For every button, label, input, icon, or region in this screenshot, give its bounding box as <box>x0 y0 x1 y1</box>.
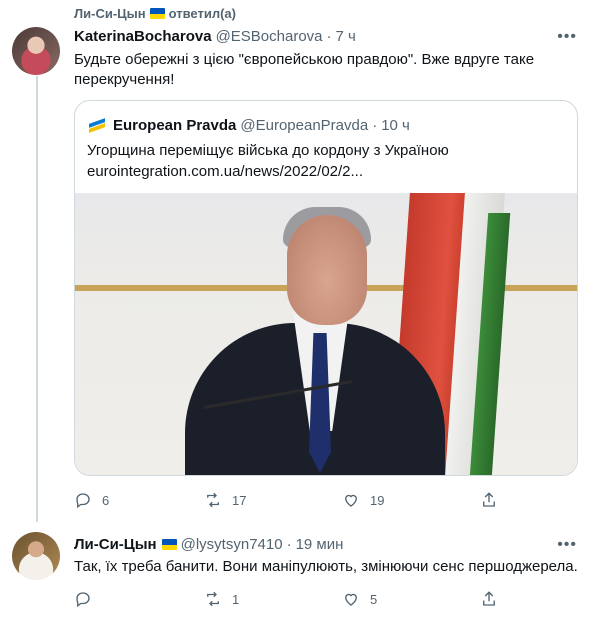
more-options-icon[interactable]: ••• <box>557 536 577 554</box>
avatar[interactable] <box>12 27 60 75</box>
author-name[interactable]: Ли-Си-Цын <box>74 536 157 553</box>
tweet-text: Будьте обережні з цією "європейською пра… <box>74 50 534 90</box>
tweet-header: KaterinaBocharova @ESBocharova · 7 ч <box>74 28 356 45</box>
heart-icon <box>345 593 357 606</box>
ukraine-flag-icon <box>161 539 177 550</box>
share-icon <box>483 591 495 606</box>
ukraine-flag-icon <box>149 8 165 19</box>
author-handle[interactable]: @ESBocharova <box>216 28 323 45</box>
quoted-tweet[interactable]: European Pravda @EuropeanPravda · 10 ч У… <box>74 100 578 476</box>
quote-header: European Pravda @EuropeanPravda · 10 ч <box>87 115 410 135</box>
reply-button[interactable] <box>74 590 102 608</box>
like-button[interactable]: 5 <box>342 590 377 608</box>
reply-icon <box>76 592 90 608</box>
like-count: 5 <box>370 591 378 607</box>
heart-icon <box>345 494 357 507</box>
retweet-icon <box>207 492 219 508</box>
more-options-icon[interactable]: ••• <box>557 28 577 46</box>
separator-dot: · <box>372 116 378 134</box>
retweet-count: 1 <box>232 591 240 607</box>
retweet-button[interactable]: 17 <box>204 491 246 509</box>
share-button[interactable] <box>480 491 498 509</box>
like-button[interactable]: 19 <box>342 491 384 509</box>
reply-icon <box>76 493 90 509</box>
quote-photo[interactable] <box>75 193 577 475</box>
quote-text: Угорщина переміщує війська до кордону з … <box>87 140 449 182</box>
retweet-icon <box>207 591 219 607</box>
quote-author-handle: @EuropeanPravda <box>240 116 369 134</box>
like-count: 19 <box>370 492 385 508</box>
thread-line <box>36 76 38 522</box>
quote-link[interactable]: eurointegration.com.ua/news/2022/02/2... <box>87 161 449 182</box>
tweet-text-line: Будьте обережні з цією "європейською пра… <box>74 51 535 68</box>
retweet-button[interactable]: 1 <box>204 590 239 608</box>
social-context-action: ответил(а) <box>168 6 236 21</box>
european-pravda-logo-icon <box>87 115 107 135</box>
reply-count: 6 <box>102 492 110 508</box>
share-icon <box>483 492 495 507</box>
avatar[interactable] <box>12 532 60 580</box>
tweet-timestamp[interactable]: 7 ч <box>336 28 356 45</box>
separator-dot: · <box>326 28 332 45</box>
social-context: Ли-Си-Цын ответил(а) <box>74 6 236 21</box>
share-button[interactable] <box>480 590 498 608</box>
tweet-timestamp[interactable]: 19 мин <box>296 536 344 553</box>
author-handle[interactable]: @lysytsyn7410 <box>181 536 283 553</box>
tweet-header: Ли-Си-Цын @lysytsyn7410 · 19 мин <box>74 536 343 553</box>
author-name[interactable]: KaterinaBocharova <box>74 28 212 45</box>
quote-timestamp: 10 ч <box>381 116 410 134</box>
separator-dot: · <box>286 536 292 553</box>
tweet-text-line: перекручення! <box>74 71 175 88</box>
quote-text-line: Угорщина переміщує війська до кордону з … <box>87 142 449 159</box>
reply-button[interactable]: 6 <box>74 491 109 509</box>
quote-author-name: European Pravda <box>113 116 237 134</box>
social-context-user[interactable]: Ли-Си-Цын <box>74 6 146 21</box>
retweet-count: 17 <box>232 492 247 508</box>
tweet-text: Так, їх треба банити. Вони маніпулюють, … <box>74 558 578 575</box>
